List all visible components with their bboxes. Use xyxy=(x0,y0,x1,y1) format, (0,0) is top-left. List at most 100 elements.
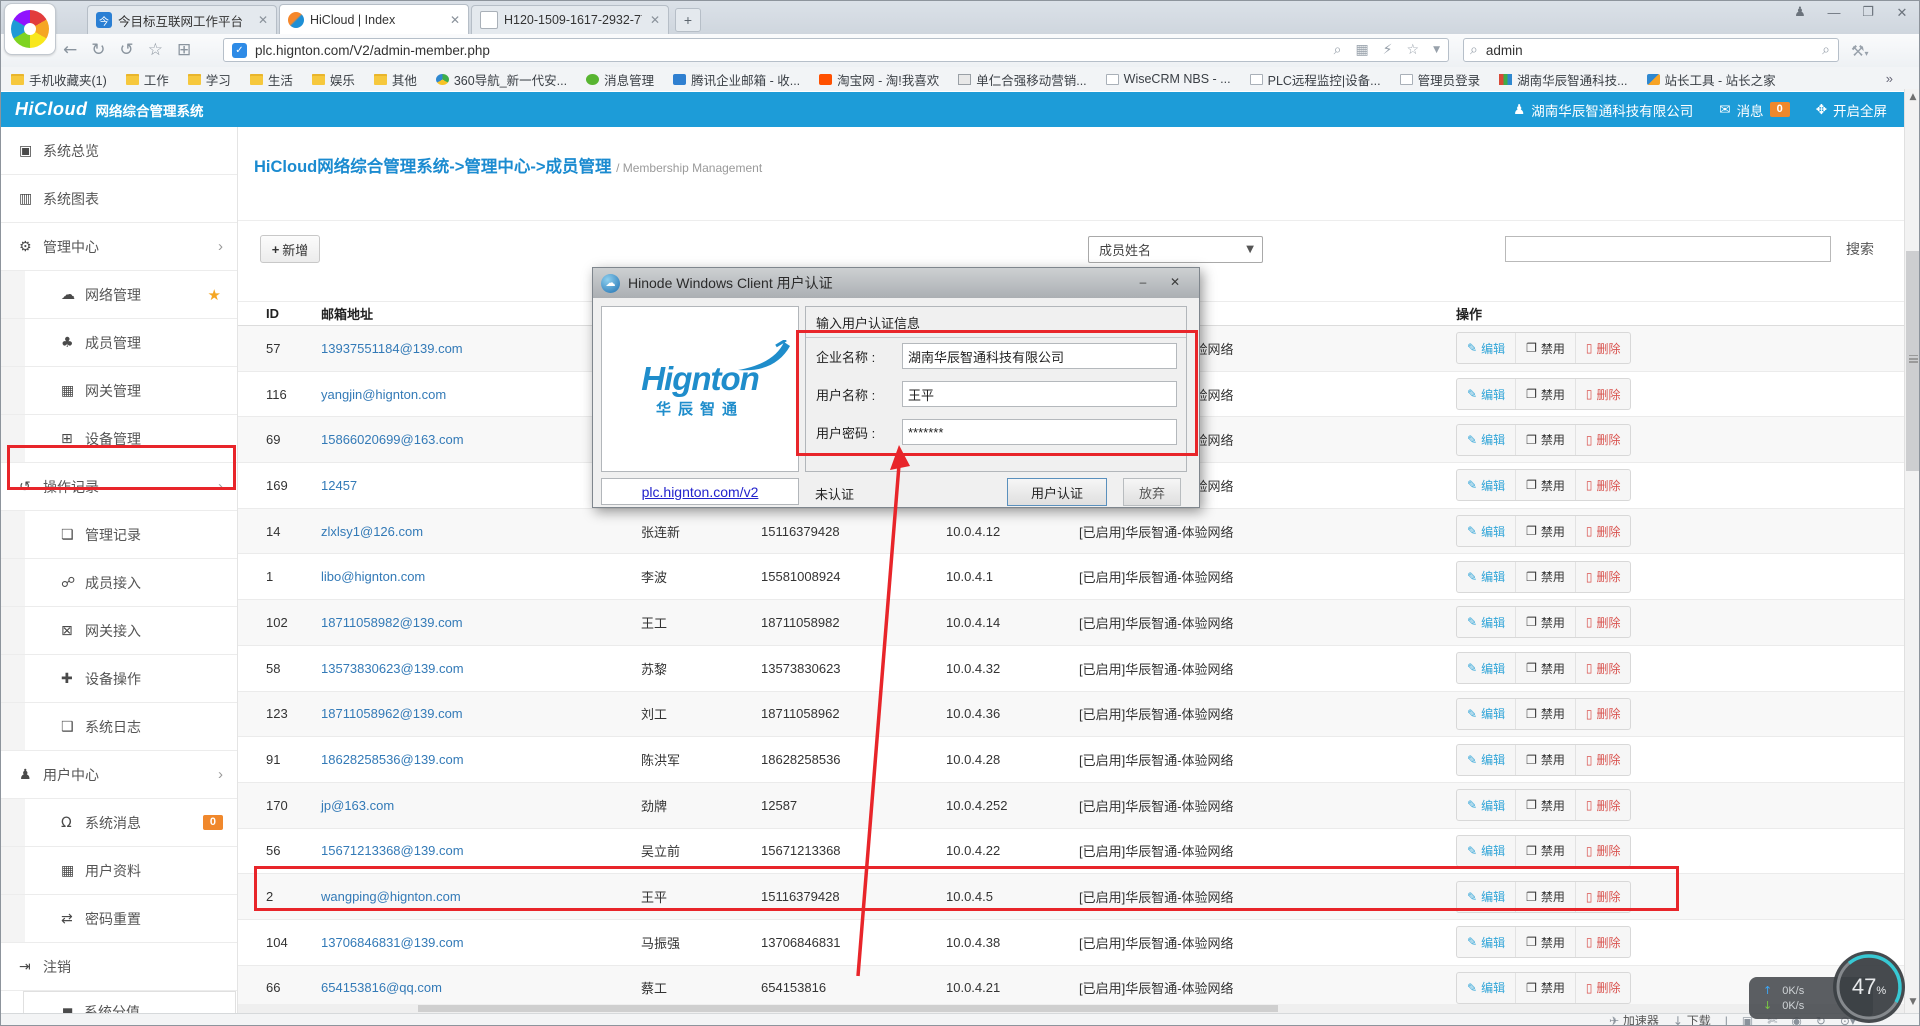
edit-button[interactable]: ✎编辑 xyxy=(1457,790,1515,820)
search-button[interactable]: 搜索 xyxy=(1846,239,1874,259)
sidebar-item-overview[interactable]: 系统总览 xyxy=(1,127,237,175)
bookmark-item[interactable]: 腾讯企业邮箱 - 收... xyxy=(673,70,800,89)
bookmark-item[interactable]: 其他 xyxy=(374,70,417,89)
edit-button[interactable]: ✎编辑 xyxy=(1457,927,1515,957)
bookmark-item[interactable]: 手机收藏夹(1) xyxy=(11,70,107,89)
delete-button[interactable]: ▯删除 xyxy=(1575,425,1631,455)
cell-email-link[interactable]: jp@163.com xyxy=(321,798,641,813)
delete-button[interactable]: ▯删除 xyxy=(1575,836,1631,866)
cell-email-link[interactable]: libo@hignton.com xyxy=(321,569,641,584)
tab-h120[interactable]: H120-1509-1617-2932-77 ✕ xyxy=(471,5,669,34)
bookmark-item[interactable]: 单仁合强移动营销... xyxy=(958,70,1086,89)
sidebar-item-member-access[interactable]: 成员接入 xyxy=(1,559,237,607)
search-icon[interactable]: ⌕ xyxy=(1822,42,1830,58)
vertical-scrollbar[interactable]: ▲ ▼ xyxy=(1904,89,1920,1013)
tab-close-icon[interactable]: ✕ xyxy=(258,13,268,27)
bookmark-item[interactable]: 工作 xyxy=(126,70,169,89)
sidebar-item-user-center[interactable]: 用户中心› xyxy=(1,751,237,799)
sidebar-item-device-operations[interactable]: 设备操作 xyxy=(1,655,237,703)
dialog-minimize-button[interactable]: – xyxy=(1131,273,1155,292)
delete-button[interactable]: ▯删除 xyxy=(1575,882,1631,912)
cell-email-link[interactable]: 654153816@qq.com xyxy=(321,980,641,995)
disable-button[interactable]: ❐禁用 xyxy=(1515,470,1575,500)
disable-button[interactable]: ❐禁用 xyxy=(1515,333,1575,363)
password-field-input[interactable] xyxy=(902,419,1177,445)
dropdown-caret-icon[interactable]: ▼ xyxy=(1433,45,1440,55)
messages-menu[interactable]: ✉ 消息 0 xyxy=(1719,100,1789,120)
sidebar-item-management-records[interactable]: 管理记录 xyxy=(1,511,237,559)
sidebar-item-member-management[interactable]: 成员管理 xyxy=(1,319,237,367)
edit-button[interactable]: ✎编辑 xyxy=(1457,470,1515,500)
edit-button[interactable]: ✎编辑 xyxy=(1457,836,1515,866)
bookmark-item[interactable]: 站长工具 - 站长之家 xyxy=(1647,70,1776,89)
bookmark-item[interactable]: 生活 xyxy=(250,70,293,89)
table-search-input[interactable] xyxy=(1506,237,1834,263)
accelerator-tool[interactable]: ✈ 加速器 xyxy=(1609,1012,1659,1026)
new-tab-button[interactable]: + xyxy=(675,8,701,32)
tools-wrench-icon[interactable]: ⚒ xyxy=(1851,42,1864,60)
window-restore-button[interactable]: ❐ xyxy=(1859,5,1877,21)
zoom-icon[interactable]: ⌕ xyxy=(1334,42,1342,58)
browser-account-icon[interactable]: ♟ xyxy=(1791,5,1809,21)
fullscreen-toggle[interactable]: ✥ 开启全屏 xyxy=(1816,100,1887,120)
add-member-button[interactable]: +新增 xyxy=(260,235,320,263)
edit-button[interactable]: ✎编辑 xyxy=(1457,882,1515,912)
edit-button[interactable]: ✎编辑 xyxy=(1457,425,1515,455)
scroll-up-icon[interactable]: ▲ xyxy=(1905,92,1920,102)
browser-search-input[interactable] xyxy=(1484,42,1822,59)
give-up-button[interactable]: 放弃 xyxy=(1123,478,1181,506)
authenticate-button[interactable]: 用户认证 xyxy=(1007,478,1107,506)
dialog-close-button[interactable]: ✕ xyxy=(1163,273,1187,292)
bookmark-item[interactable]: 管理员登录 xyxy=(1400,70,1481,89)
undo-icon[interactable]: ↺ xyxy=(120,40,134,60)
bookmark-item[interactable]: WiseCRM NBS - ... xyxy=(1106,72,1231,86)
search-engine-icon[interactable]: ⌕ xyxy=(1470,42,1478,58)
sidebar-item-network-management[interactable]: 网络管理★ xyxy=(1,271,237,319)
disable-button[interactable]: ❐禁用 xyxy=(1515,973,1575,1003)
browser-search-box[interactable]: ⌕ ⌕ xyxy=(1463,38,1839,62)
delete-button[interactable]: ▯删除 xyxy=(1575,653,1631,683)
filter-select[interactable]: 成员姓名 ▼ xyxy=(1088,236,1263,263)
bookmark-item[interactable]: 娱乐 xyxy=(312,70,355,89)
disable-button[interactable]: ❐禁用 xyxy=(1515,379,1575,409)
delete-button[interactable]: ▯删除 xyxy=(1575,699,1631,729)
sidebar-item-gateway-access[interactable]: 网关接入 xyxy=(1,607,237,655)
delete-button[interactable]: ▯删除 xyxy=(1575,333,1631,363)
bookmark-item[interactable]: 消息管理 xyxy=(586,70,654,89)
delete-button[interactable]: ▯删除 xyxy=(1575,607,1631,637)
tab-jinmubiao[interactable]: 今 今目标互联网工作平台 ✕ xyxy=(87,5,277,34)
edit-button[interactable]: ✎编辑 xyxy=(1457,973,1515,1003)
tab-close-icon[interactable]: ✕ xyxy=(650,13,660,27)
window-close-button[interactable]: ✕ xyxy=(1893,5,1911,21)
window-minimize-button[interactable]: — xyxy=(1825,5,1843,21)
disable-button[interactable]: ❐禁用 xyxy=(1515,836,1575,866)
edit-button[interactable]: ✎编辑 xyxy=(1457,516,1515,546)
apps-grid-icon[interactable]: ⊞ xyxy=(177,40,191,60)
disable-button[interactable]: ❐禁用 xyxy=(1515,653,1575,683)
bookmark-item[interactable]: PLC远程监控|设备... xyxy=(1250,70,1381,89)
cell-email-link[interactable]: 18711058982@139.com xyxy=(321,615,641,630)
delete-button[interactable]: ▯删除 xyxy=(1575,562,1631,592)
bookmark-star-icon[interactable]: ☆ xyxy=(1407,42,1420,58)
cell-email-link[interactable]: wangping@hignton.com xyxy=(321,889,641,904)
disable-button[interactable]: ❐禁用 xyxy=(1515,745,1575,775)
delete-button[interactable]: ▯删除 xyxy=(1575,973,1631,1003)
browser-logo[interactable] xyxy=(4,3,56,55)
bookmark-item[interactable]: 湖南华辰智通科技... xyxy=(1499,70,1627,89)
tab-hicloud[interactable]: HiCloud | Index ✕ xyxy=(279,4,469,34)
disable-button[interactable]: ❐禁用 xyxy=(1515,790,1575,820)
sidebar-item-device-management[interactable]: 设备管理 xyxy=(1,415,237,463)
edit-button[interactable]: ✎编辑 xyxy=(1457,745,1515,775)
disable-button[interactable]: ❐禁用 xyxy=(1515,927,1575,957)
delete-button[interactable]: ▯删除 xyxy=(1575,470,1631,500)
sidebar-item-system-log[interactable]: 系统日志 xyxy=(1,703,237,751)
company-menu[interactable]: ♟ 湖南华辰智通科技有限公司 xyxy=(1513,100,1693,120)
scrollbar-thumb[interactable] xyxy=(1906,251,1920,471)
dialog-title-bar[interactable]: ☁ Hinode Windows Client 用户认证 – ✕ xyxy=(593,268,1199,298)
delete-button[interactable]: ▯删除 xyxy=(1575,745,1631,775)
edit-button[interactable]: ✎编辑 xyxy=(1457,379,1515,409)
disable-button[interactable]: ❐禁用 xyxy=(1515,882,1575,912)
cell-email-link[interactable]: 18711058962@139.com xyxy=(321,706,641,721)
delete-button[interactable]: ▯删除 xyxy=(1575,516,1631,546)
cell-email-link[interactable]: 13573830623@139.com xyxy=(321,661,641,676)
